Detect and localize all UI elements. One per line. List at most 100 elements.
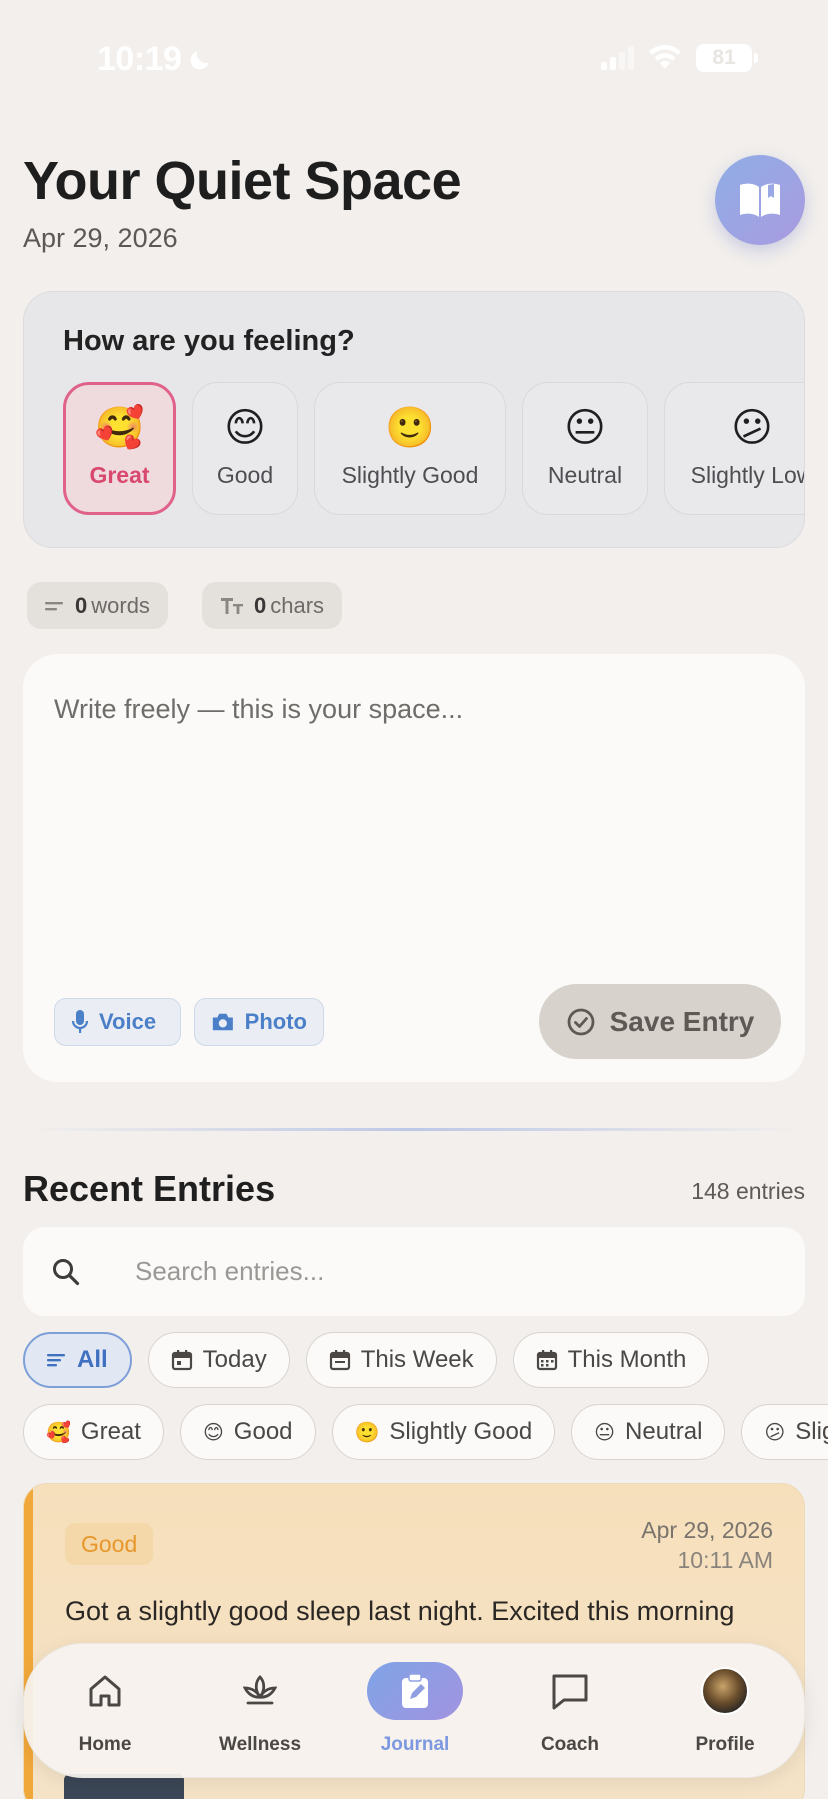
entry-text: Got a slightly good sleep last night. Ex… — [65, 1596, 735, 1626]
mood-option-good[interactable]: 😊 Good — [192, 382, 298, 515]
page-date: Apr 29, 2026 — [23, 223, 178, 253]
calendar-icon — [329, 1350, 350, 1371]
voice-label: Voice — [99, 1009, 157, 1034]
filter-today[interactable]: Today — [147, 1332, 290, 1388]
mood-option-label: Neutral — [547, 462, 623, 488]
mood-selector-card: How are you feeling? 🥰 Great 😊 Good 🙂 Sl… — [23, 291, 805, 548]
slightly-low-emoji-icon: 😕 — [764, 1421, 786, 1444]
page-title: Your Quiet Space — [23, 151, 462, 211]
nav-label: Coach — [540, 1734, 600, 1755]
calendar-icon — [536, 1350, 557, 1371]
status-bar: 10:19 81 — [0, 0, 828, 120]
mood-option-slightly-good[interactable]: 🙂 Slightly Good — [314, 382, 506, 515]
nav-home[interactable]: Home — [27, 1644, 183, 1779]
mood-options: 🥰 Great 😊 Good 🙂 Slightly Good 😐 Neutral… — [63, 382, 804, 515]
mood-option-great[interactable]: 🥰 Great — [63, 382, 176, 515]
list-icon — [47, 1354, 65, 1367]
filter-label: Good — [233, 1418, 293, 1445]
battery-icon: 81 — [696, 44, 758, 72]
nav-label: Home — [78, 1734, 132, 1755]
filter-label: This Month — [567, 1346, 687, 1373]
filter-label: All — [77, 1346, 108, 1373]
mood-filter-slightly-low[interactable]: 😕 Slightly Low — [741, 1404, 828, 1460]
filter-label: Slightly Good — [389, 1418, 533, 1445]
search-placeholder: Search entries... — [135, 1256, 325, 1286]
open-book-icon — [740, 183, 780, 217]
save-entry-label: Save Entry — [609, 1005, 755, 1037]
status-time: 10:19 — [97, 40, 213, 79]
char-count: 0 chars — [202, 582, 343, 629]
save-entry-button[interactable]: Save Entry — [539, 984, 781, 1059]
entry-mood-badge: Good — [65, 1523, 154, 1565]
chat-icon — [552, 1674, 588, 1710]
mood-option-label: Great — [89, 462, 150, 488]
mood-option-slightly-low[interactable]: 😕 Slightly Low — [664, 382, 804, 515]
avatar — [701, 1667, 749, 1715]
signal-icon — [601, 46, 634, 70]
mood-filter-slightly-good[interactable]: 🙂 Slightly Good — [331, 1404, 556, 1460]
neutral-emoji-icon: 😐 — [564, 406, 606, 450]
nav-profile[interactable]: Profile — [647, 1644, 803, 1779]
char-count-value: 0 — [254, 592, 267, 618]
filter-this-week[interactable]: This Week — [305, 1332, 497, 1388]
filter-label: This Week — [360, 1346, 474, 1373]
search-icon — [51, 1257, 97, 1287]
word-count-label: words — [91, 592, 150, 618]
mood-filter-good[interactable]: 😊 Good — [179, 1404, 316, 1460]
text-size-icon — [221, 597, 243, 614]
good-emoji-icon: 😊 — [224, 406, 266, 450]
filter-label: Neutral — [625, 1418, 703, 1445]
wifi-icon — [649, 45, 681, 69]
lines-icon — [45, 601, 63, 610]
slightly-good-emoji-icon: 🙂 — [354, 1421, 380, 1444]
bottom-navigation: Home Wellness Journal Coach Profile — [23, 1643, 805, 1778]
good-emoji-icon: 😊 — [202, 1421, 224, 1444]
section-divider — [30, 1128, 798, 1131]
journal-edit-icon — [402, 1673, 428, 1708]
great-emoji-icon: 🥰 — [46, 1421, 71, 1444]
recent-entries-title: Recent Entries — [23, 1168, 276, 1209]
lotus-icon — [242, 1675, 278, 1705]
voice-button[interactable]: Voice — [54, 998, 181, 1046]
microphone-icon — [71, 1010, 89, 1033]
nav-wellness[interactable]: Wellness — [182, 1644, 338, 1779]
word-count-value: 0 — [75, 592, 88, 618]
mood-filter-neutral[interactable]: 😐 Neutral — [571, 1404, 726, 1460]
great-emoji-icon: 🥰 — [94, 406, 145, 450]
entry-date: Apr 29, 2026 — [641, 1517, 773, 1543]
entries-count: 148 entries — [691, 1178, 805, 1204]
journal-textarea[interactable]: Write freely — this is your space... — [54, 694, 463, 725]
time-filter-row: All Today This Week This Month — [23, 1332, 710, 1388]
journal-editor[interactable]: Write freely — this is your space... Voi… — [23, 654, 805, 1082]
filter-this-month[interactable]: This Month — [512, 1332, 710, 1388]
filter-label: Great — [80, 1418, 141, 1445]
mood-filter-row: 🥰 Great 😊 Good 🙂 Slightly Good 😐 Neutral 😕 Sl… — [23, 1404, 828, 1460]
clock-text: 10:19 — [97, 40, 182, 78]
photo-button[interactable]: Photo — [194, 998, 324, 1046]
nav-coach[interactable]: Coach — [492, 1644, 648, 1779]
filter-label: Today — [202, 1346, 267, 1373]
filter-label: Slightly Low — [795, 1418, 828, 1445]
slightly-low-emoji-icon: 😕 — [731, 406, 773, 450]
nav-journal[interactable]: Journal — [337, 1644, 493, 1779]
neutral-emoji-icon: 😐 — [594, 1421, 616, 1444]
nav-label: Journal — [380, 1734, 450, 1755]
filter-all[interactable]: All — [23, 1332, 132, 1388]
mood-question: How are you feeling? — [63, 325, 355, 357]
camera-icon — [212, 1013, 233, 1031]
mood-filter-great[interactable]: 🥰 Great — [23, 1404, 164, 1460]
battery-level: 81 — [712, 46, 736, 69]
mood-option-label: Slightly Good — [341, 462, 479, 488]
entry-time: 10:11 AM — [677, 1547, 773, 1573]
check-circle-icon — [567, 1008, 595, 1035]
moon-icon — [191, 50, 210, 69]
mood-option-neutral[interactable]: 😐 Neutral — [522, 382, 648, 515]
char-count-label: chars — [270, 592, 325, 618]
nav-label: Profile — [695, 1734, 755, 1755]
search-input[interactable]: Search entries... — [23, 1227, 805, 1316]
slightly-good-emoji-icon: 🙂 — [385, 406, 435, 450]
home-icon — [89, 1675, 121, 1707]
journal-book-button[interactable] — [715, 155, 805, 245]
word-count: 0 words — [27, 582, 168, 629]
calendar-icon — [171, 1350, 192, 1371]
